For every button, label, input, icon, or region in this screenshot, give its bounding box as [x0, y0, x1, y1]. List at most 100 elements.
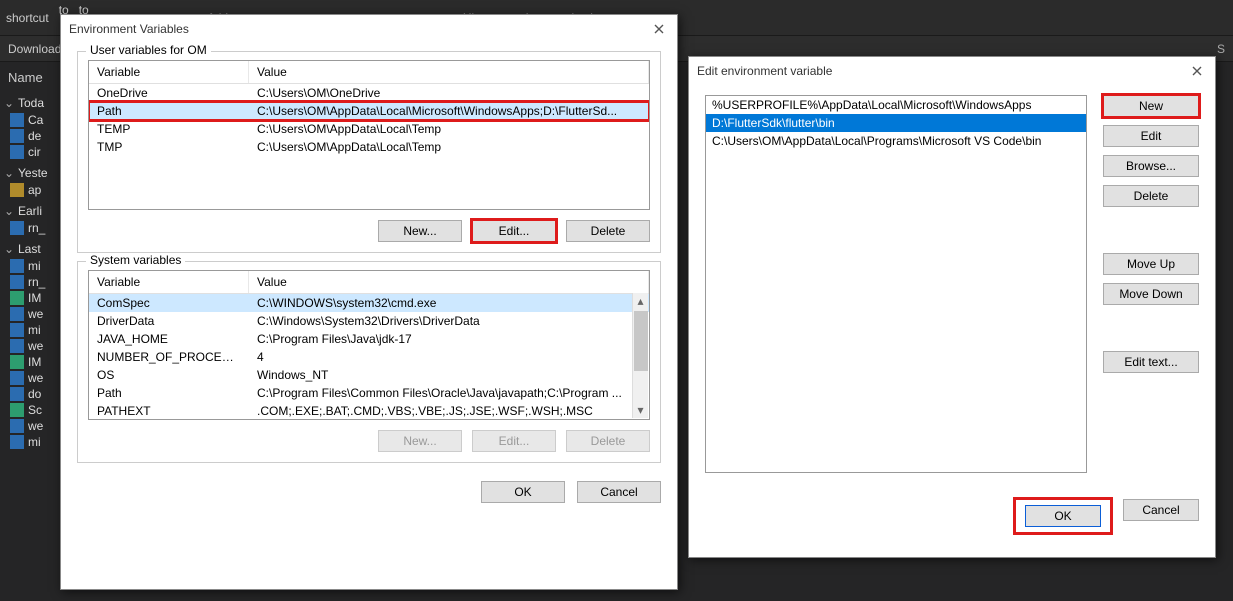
tree-file-item[interactable]: mi [4, 322, 66, 338]
table-header: Variable Value [89, 271, 649, 294]
tree-group-header[interactable]: ⌄Toda [4, 94, 66, 112]
tree-file-item[interactable]: we [4, 338, 66, 354]
tree-file-item[interactable]: rn_ [4, 274, 66, 290]
tree-group-header[interactable]: ⌄Last [4, 240, 66, 258]
col-variable[interactable]: Variable [89, 61, 249, 83]
path-list-item[interactable]: %USERPROFILE%\AppData\Local\Microsoft\Wi… [706, 96, 1086, 114]
cell-variable: JAVA_HOME [89, 330, 249, 348]
scroll-down-icon[interactable]: ▾ [633, 402, 649, 418]
file-icon [10, 403, 24, 417]
table-row[interactable]: JAVA_HOMEC:\Program Files\Java\jdk-17 [89, 330, 649, 348]
edit-titlebar: Edit environment variable [689, 57, 1215, 85]
tree-file-item[interactable]: cir [4, 144, 66, 160]
user-delete-button[interactable]: Delete [566, 220, 650, 242]
tree-file-item[interactable]: do [4, 386, 66, 402]
file-name: we [28, 339, 43, 353]
file-name: mi [28, 259, 41, 273]
sys-edit-button[interactable]: Edit... [472, 430, 556, 452]
toolbar-shortcut[interactable]: shortcut [6, 11, 49, 25]
scroll-up-icon[interactable]: ▴ [633, 293, 649, 309]
user-variables-group: User variables for OM Variable Value One… [77, 51, 661, 253]
chevron-down-icon: ⌄ [4, 242, 14, 256]
table-row[interactable]: PathC:\Program Files\Common Files\Oracle… [89, 384, 649, 402]
chevron-down-icon: ⌄ [4, 96, 14, 110]
table-row[interactable]: TMPC:\Users\OM\AppData\Local\Temp [89, 138, 649, 156]
chevron-down-icon: ⌄ [4, 166, 14, 180]
scroll-thumb[interactable] [634, 311, 648, 371]
table-row[interactable]: DriverDataC:\Windows\System32\Drivers\Dr… [89, 312, 649, 330]
edit-button[interactable]: Edit [1103, 125, 1199, 147]
close-icon[interactable] [1187, 61, 1207, 81]
col-variable[interactable]: Variable [89, 271, 249, 293]
tree-file-item[interactable]: we [4, 370, 66, 386]
tree-file-item[interactable]: we [4, 418, 66, 434]
env-cancel-button[interactable]: Cancel [577, 481, 661, 503]
table-row[interactable]: NUMBER_OF_PROCESSORS4 [89, 348, 649, 366]
file-name: mi [28, 323, 41, 337]
delete-button[interactable]: Delete [1103, 185, 1199, 207]
sys-group-title: System variables [86, 253, 185, 267]
file-icon [10, 339, 24, 353]
table-row[interactable]: OSWindows_NT [89, 366, 649, 384]
table-row[interactable]: ComSpecC:\WINDOWS\system32\cmd.exe [89, 294, 649, 312]
ok-button[interactable]: OK [1025, 505, 1101, 527]
user-edit-button[interactable]: Edit... [472, 220, 556, 242]
file-name: Sc [28, 403, 42, 417]
column-header-name[interactable]: Name [8, 70, 43, 85]
close-icon[interactable] [649, 19, 669, 39]
file-icon [10, 259, 24, 273]
cell-variable: OS [89, 366, 249, 384]
path-list-item[interactable]: D:\FlutterSdk\flutter\bin [706, 114, 1086, 132]
tree-group-header[interactable]: ⌄Yeste [4, 164, 66, 182]
cell-variable: TMP [89, 138, 249, 156]
tree-file-item[interactable]: ap [4, 182, 66, 198]
sys-new-button[interactable]: New... [378, 430, 462, 452]
file-name: IM [28, 291, 41, 305]
file-name: cir [28, 145, 41, 159]
tree-file-item[interactable]: Sc [4, 402, 66, 418]
sys-delete-button[interactable]: Delete [566, 430, 650, 452]
tree-file-item[interactable]: rn_ [4, 220, 66, 236]
user-variables-table[interactable]: Variable Value OneDriveC:\Users\OM\OneDr… [88, 60, 650, 210]
path-list-item[interactable]: C:\Users\OM\AppData\Local\Programs\Micro… [706, 132, 1086, 150]
move-down-button[interactable]: Move Down [1103, 283, 1199, 305]
cell-variable: Path [89, 384, 249, 402]
file-name: we [28, 419, 43, 433]
tree-file-item[interactable]: mi [4, 258, 66, 274]
file-icon [10, 387, 24, 401]
file-name: IM [28, 355, 41, 369]
system-variables-table[interactable]: Variable Value ▴ ▾ ComSpecC:\WINDOWS\sys… [88, 270, 650, 420]
table-row[interactable]: PATHEXT.COM;.EXE;.BAT;.CMD;.VBS;.VBE;.JS… [89, 402, 649, 420]
tree-file-item[interactable]: we [4, 306, 66, 322]
action-button-column: New Edit Browse... Delete Move Up Move D… [1103, 95, 1199, 473]
edit-text-button[interactable]: Edit text... [1103, 351, 1199, 373]
browse-button[interactable]: Browse... [1103, 155, 1199, 177]
cell-value: C:\Users\OM\AppData\Local\Microsoft\Wind… [249, 102, 649, 120]
cell-value: C:\Users\OM\OneDrive [249, 84, 649, 102]
col-value[interactable]: Value [249, 61, 649, 83]
file-icon [10, 371, 24, 385]
tree-file-item[interactable]: IM [4, 354, 66, 370]
cancel-button[interactable]: Cancel [1123, 499, 1199, 521]
move-up-button[interactable]: Move Up [1103, 253, 1199, 275]
user-new-button[interactable]: New... [378, 220, 462, 242]
cell-variable: Path [89, 102, 249, 120]
tree-file-item[interactable]: de [4, 128, 66, 144]
tree-file-item[interactable]: IM [4, 290, 66, 306]
search-icon[interactable]: S [1217, 42, 1225, 56]
tree-file-item[interactable]: Ca [4, 112, 66, 128]
col-value[interactable]: Value [249, 271, 649, 293]
table-row[interactable]: OneDriveC:\Users\OM\OneDrive [89, 84, 649, 102]
user-buttons-row: New... Edit... Delete [88, 220, 650, 242]
tree-file-item[interactable]: mi [4, 434, 66, 450]
tree-group-header[interactable]: ⌄Earli [4, 202, 66, 220]
env-titlebar: Environment Variables [61, 15, 677, 43]
breadcrumb-location[interactable]: Downloads [8, 42, 67, 56]
table-row[interactable]: PathC:\Users\OM\AppData\Local\Microsoft\… [89, 102, 649, 120]
table-row[interactable]: TEMPC:\Users\OM\AppData\Local\Temp [89, 120, 649, 138]
edit-title: Edit environment variable [697, 64, 832, 78]
scrollbar[interactable]: ▴ ▾ [632, 293, 648, 418]
new-button[interactable]: New [1103, 95, 1199, 117]
env-ok-button[interactable]: OK [481, 481, 565, 503]
path-list[interactable]: %USERPROFILE%\AppData\Local\Microsoft\Wi… [705, 95, 1087, 473]
